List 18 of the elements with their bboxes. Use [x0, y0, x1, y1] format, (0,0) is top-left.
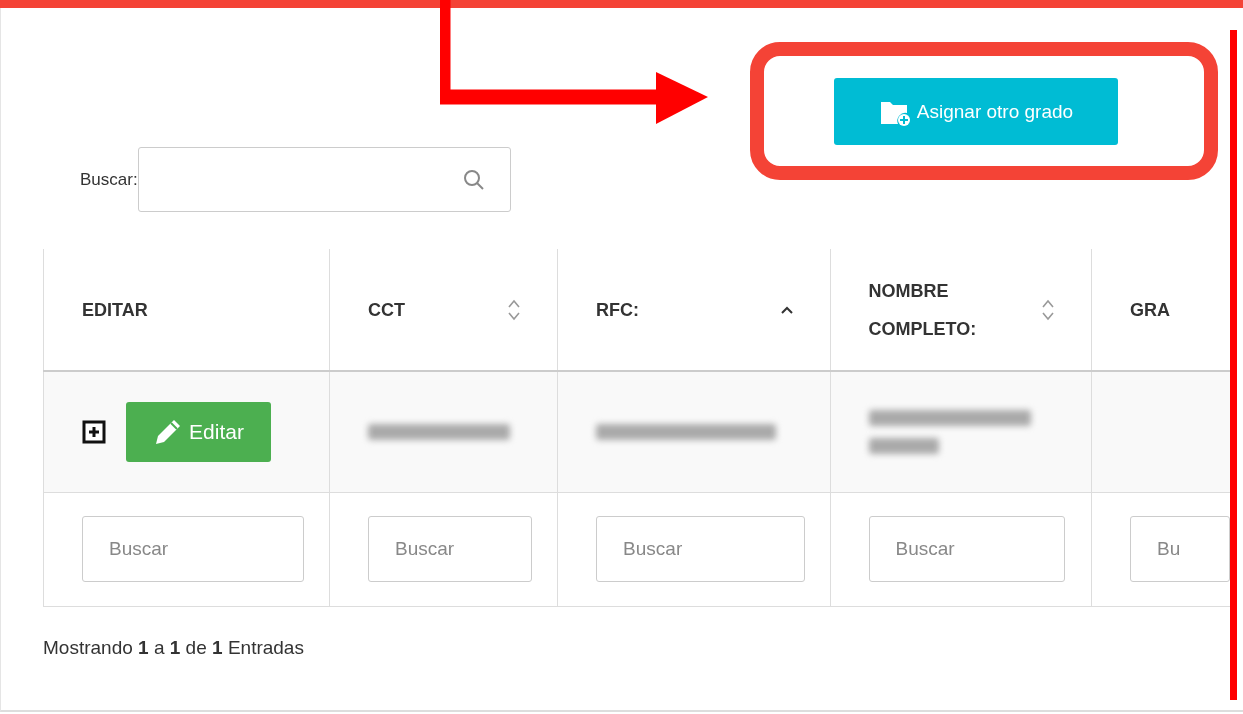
column-filter-field[interactable]: Buscar — [368, 516, 533, 582]
column-filter-field[interactable]: Buscar — [596, 516, 806, 582]
column-header[interactable]: CCT — [368, 290, 406, 329]
column-header[interactable]: GRA — [1129, 290, 1170, 329]
blurred-text — [868, 437, 939, 454]
search-label: Buscar: — [80, 169, 138, 190]
entries-info: Mostrando 1 a 1 de 1 Entradas — [43, 636, 305, 659]
sort-ascending-icon[interactable] — [779, 304, 794, 315]
column-header[interactable]: RFC: — [596, 290, 640, 329]
column-header[interactable]: EDITAR — [82, 290, 148, 329]
column-filter-field[interactable]: Bu — [1129, 516, 1230, 582]
sort-icon[interactable] — [1040, 297, 1055, 322]
column-filter-field[interactable]: Buscar — [82, 516, 304, 582]
search-icon — [461, 167, 486, 192]
search-field[interactable] — [137, 147, 511, 212]
column-filter-field[interactable]: Buscar — [868, 516, 1065, 582]
expand-icon[interactable] — [82, 419, 106, 444]
sort-icon[interactable] — [507, 297, 522, 322]
